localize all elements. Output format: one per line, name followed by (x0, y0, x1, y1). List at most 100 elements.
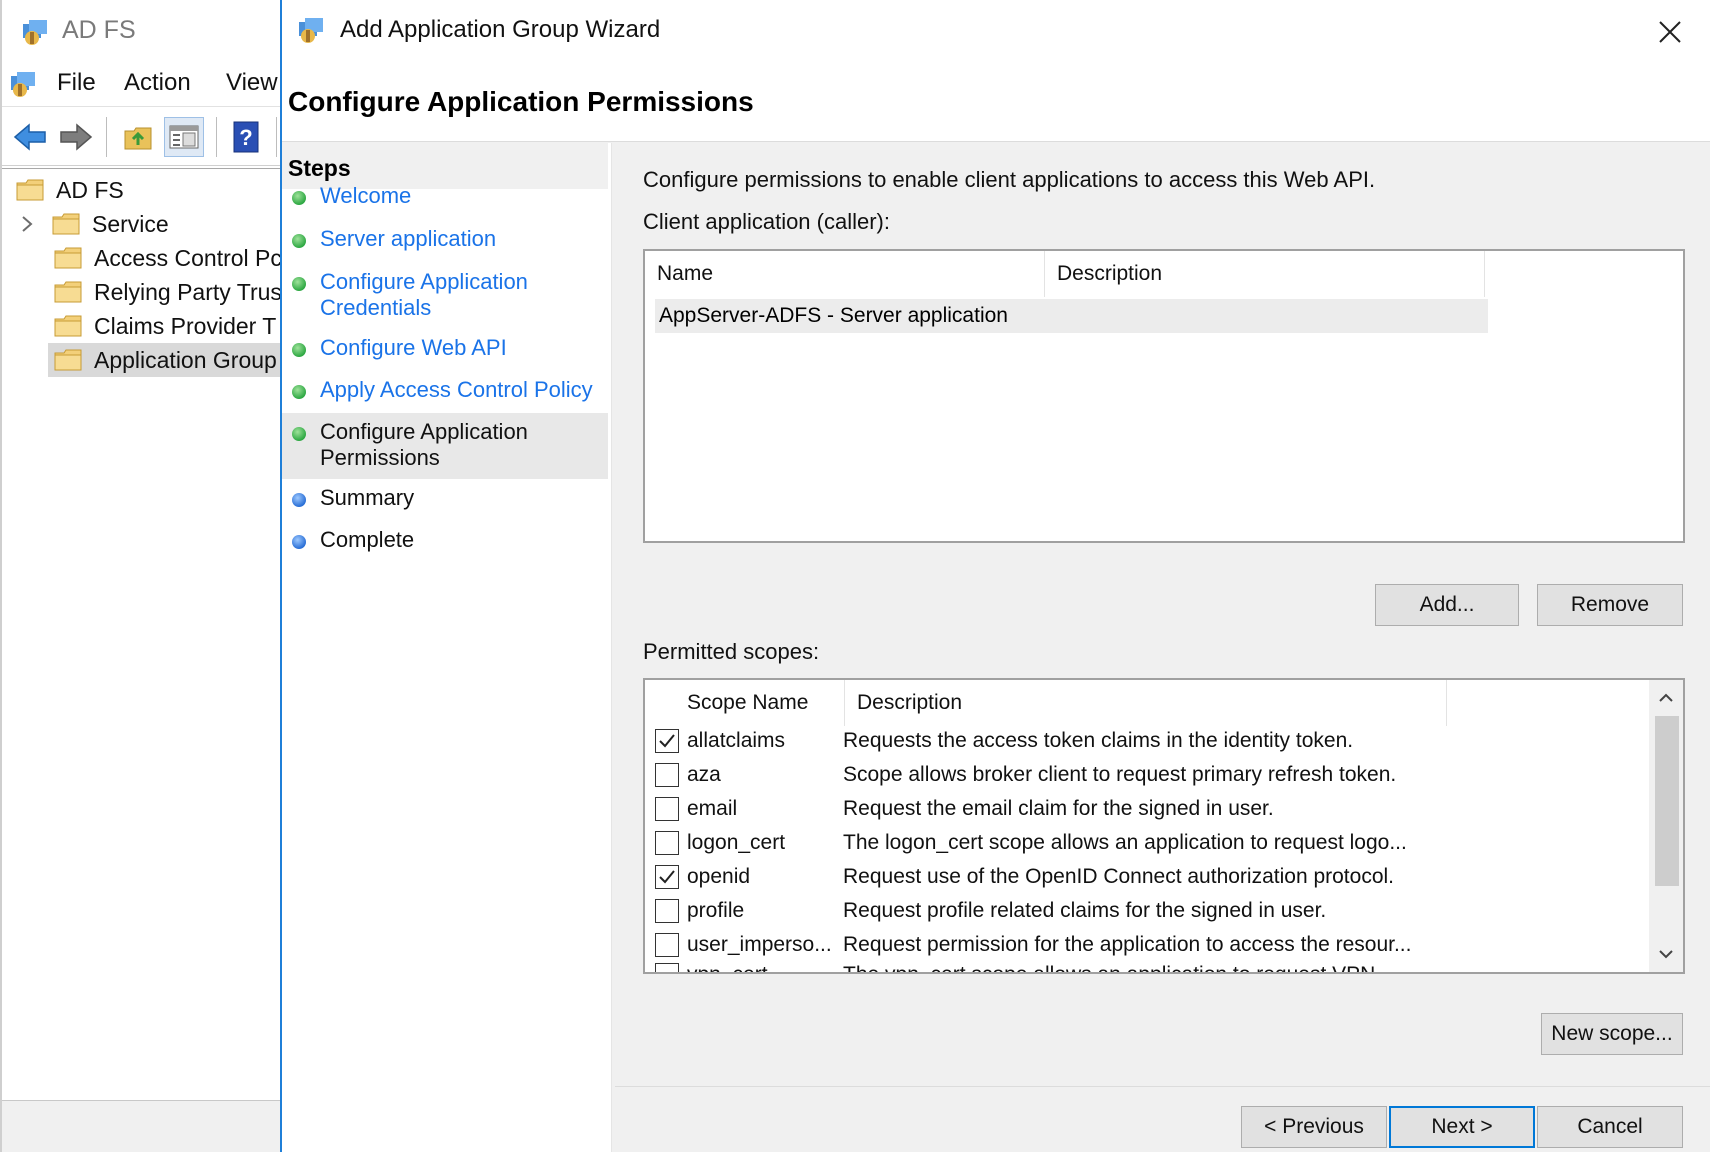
wizard-header: Configure Application Permissions (282, 62, 1710, 142)
button-bar-separator (615, 1086, 1710, 1087)
checkbox[interactable] (655, 933, 679, 957)
menu-view[interactable]: View (226, 69, 278, 97)
tree-item-access-control-policies[interactable]: Access Control Pc (54, 241, 282, 275)
close-icon[interactable] (1650, 12, 1690, 52)
step-current-icon (292, 427, 306, 441)
scroll-down-icon[interactable] (1649, 936, 1683, 972)
checkbox-checked-icon[interactable] (655, 865, 679, 889)
page-title: Configure Application Permissions (288, 86, 754, 117)
next-button[interactable]: Next > (1389, 1106, 1535, 1148)
checkbox[interactable] (655, 963, 679, 972)
mmc-status-bar (2, 1100, 284, 1152)
cancel-button[interactable]: Cancel (1537, 1106, 1683, 1148)
add-application-group-wizard: Add Application Group Wizard Configure A… (280, 0, 1710, 1152)
step-summary: Summary (282, 485, 608, 511)
step-label-line: Permissions (320, 445, 440, 470)
step-complete-icon (292, 385, 306, 399)
scope-row-openid[interactable]: openid Request use of the OpenID Connect… (645, 860, 1650, 894)
forward-arrow-icon[interactable] (56, 117, 96, 157)
tree-item-label: Application Group (94, 346, 277, 373)
checkbox[interactable] (655, 899, 679, 923)
scrollbar-thumb[interactable] (1655, 716, 1679, 886)
client-list-row[interactable]: AppServer-ADFS - Server application (655, 299, 1488, 333)
checkbox-checked-icon[interactable] (655, 729, 679, 753)
checkbox[interactable] (655, 831, 679, 855)
step-label[interactable]: Server application (320, 226, 496, 252)
up-folder-icon[interactable] (118, 117, 158, 157)
column-header-description[interactable]: Description (1045, 251, 1485, 297)
console-tree: AD FS Service Access Control Pc Relying … (2, 168, 284, 1098)
scope-name: openid (687, 865, 751, 888)
scope-row-profile[interactable]: profile Request profile related claims f… (645, 894, 1650, 928)
help-icon[interactable]: ? (226, 117, 266, 157)
mmc-menu-bar: File Action View (2, 64, 284, 104)
step-label-line: Configure Application (320, 269, 528, 294)
scope-description: Scope allows broker client to request pr… (843, 763, 1397, 786)
step-label[interactable]: Configure Application Credentials (320, 269, 528, 321)
tree-item-label: AD FS (56, 176, 124, 203)
menu-file[interactable]: File (57, 69, 96, 97)
step-server-application[interactable]: Server application (282, 226, 608, 252)
step-label[interactable]: Apply Access Control Policy (320, 377, 593, 403)
scope-description: Request permission for the application t… (843, 933, 1412, 956)
checkbox[interactable] (655, 797, 679, 821)
scroll-up-icon[interactable] (1649, 680, 1683, 716)
add-client-button[interactable]: Add... (1375, 584, 1519, 626)
step-complete-icon (292, 191, 306, 205)
scope-list-scrollbar[interactable] (1649, 680, 1683, 972)
tree-item-relying-party-trusts[interactable]: Relying Party Trus (54, 275, 282, 309)
tree-item-label: Relying Party Trus (94, 278, 282, 305)
adfs-app-icon[interactable] (8, 68, 40, 105)
back-arrow-icon[interactable] (10, 117, 50, 157)
client-application-list[interactable]: Name Description AppServer-ADFS - Server… (643, 249, 1685, 543)
step-welcome[interactable]: Welcome (282, 183, 608, 209)
step-label[interactable]: Configure Web API (320, 335, 507, 361)
step-label-line: Configure Application (320, 419, 528, 444)
step-complete-icon (292, 343, 306, 357)
column-header-scope-name[interactable]: Scope Name (645, 680, 845, 726)
scope-name: email (687, 797, 738, 820)
step-complete-icon (292, 277, 306, 291)
tree-item-label: Claims Provider T (94, 312, 277, 339)
scope-name: user_imperso... (687, 933, 832, 956)
remove-client-button[interactable]: Remove (1537, 584, 1683, 626)
tree-item-application-groups[interactable]: Application Group (48, 343, 284, 377)
checkbox[interactable] (655, 763, 679, 787)
previous-button[interactable]: < Previous (1241, 1106, 1387, 1148)
step-complete-icon (292, 234, 306, 248)
step-configure-application-credentials[interactable]: Configure Application Credentials (282, 269, 608, 321)
permitted-scopes-list[interactable]: Scope Name Description allatclaims Reque… (643, 678, 1685, 974)
scope-name: logon_cert (687, 831, 786, 854)
scope-row-aza[interactable]: aza Scope allows broker client to reques… (645, 758, 1650, 792)
tree-item-label: Service (92, 210, 169, 237)
step-label: Complete (320, 527, 415, 552)
wizard-title: Add Application Group Wizard (340, 16, 661, 43)
tree-item-claims-provider-trusts[interactable]: Claims Provider T (54, 309, 276, 343)
menu-action[interactable]: Action (124, 69, 191, 97)
scope-row-allatclaims[interactable]: allatclaims Requests the access token cl… (645, 724, 1650, 758)
scope-row-user-impersonation[interactable]: user_imperso... Request permission for t… (645, 928, 1650, 962)
tree-item-label: Access Control Pc (94, 244, 282, 271)
column-header-description[interactable]: Description (845, 680, 1447, 726)
step-configure-web-api[interactable]: Configure Web API (282, 335, 608, 361)
wizard-title-bar: Add Application Group Wizard (282, 0, 1710, 62)
step-label[interactable]: Welcome (320, 183, 411, 209)
folder-icon (54, 247, 82, 269)
scope-row-logon-cert[interactable]: logon_cert The logon_cert scope allows a… (645, 826, 1650, 860)
folder-icon (54, 315, 82, 337)
scope-row-vpn-cert[interactable]: vpn_cert The vpn_cert scope allows an ap… (645, 958, 1650, 972)
show-hide-tree-icon[interactable] (164, 117, 204, 157)
scope-row-email[interactable]: email Request the email claim for the si… (645, 792, 1650, 826)
mmc-console-window: AD FS File Action View ? AD FS Service A… (0, 0, 284, 1152)
step-apply-access-control-policy[interactable]: Apply Access Control Policy (282, 377, 608, 403)
client-name-cell: AppServer-ADFS - Server application (659, 304, 1008, 327)
step-configure-application-permissions: Configure Application Permissions (282, 413, 608, 479)
chevron-right-icon[interactable] (20, 215, 38, 233)
column-header-name[interactable]: Name (645, 251, 1045, 297)
svg-text:?: ? (239, 125, 252, 150)
new-scope-button[interactable]: New scope... (1541, 1013, 1683, 1055)
steps-pane: Steps Welcome Server application Configu… (282, 143, 612, 1152)
tree-item-root[interactable]: AD FS (16, 173, 124, 207)
tree-item-service[interactable]: Service (20, 207, 169, 241)
folder-icon (54, 349, 82, 371)
